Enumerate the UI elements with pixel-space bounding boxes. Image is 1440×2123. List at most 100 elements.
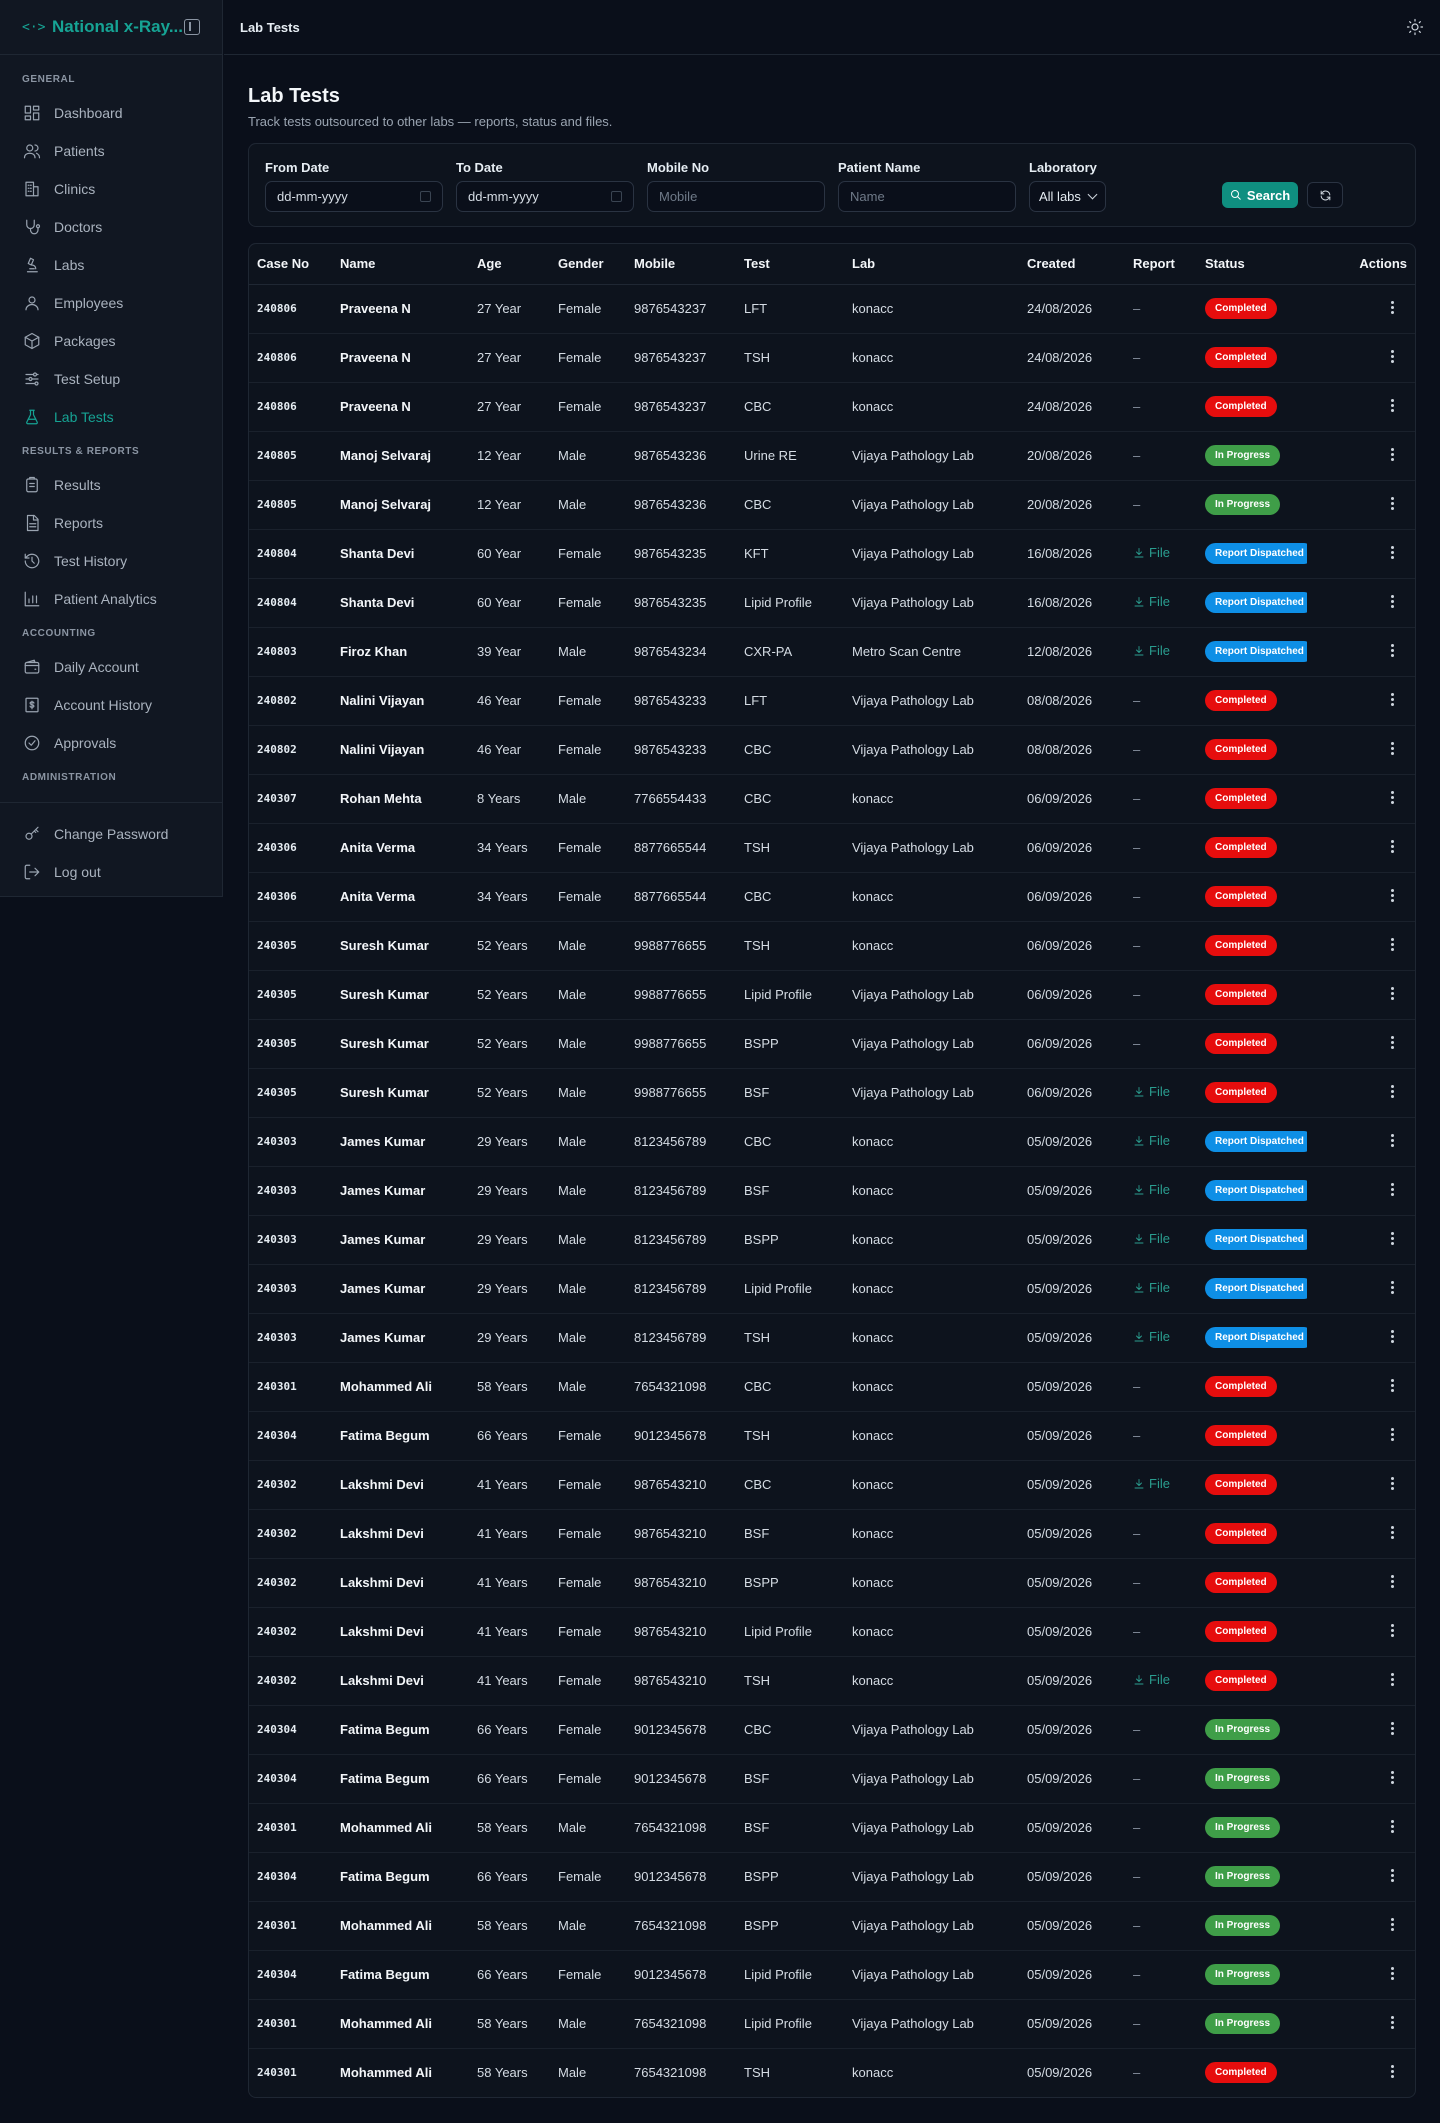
table-row[interactable]: 240302 Lakshmi Devi 41 Years Female 98765432… — [249, 1558, 1415, 1608]
more-actions-icon[interactable] — [1391, 1916, 1395, 1933]
sidebar-item-daily-account[interactable]: Daily Account — [0, 648, 222, 686]
sidebar-item-clinics[interactable]: Clinics — [0, 170, 222, 208]
more-actions-icon[interactable] — [1391, 1475, 1395, 1492]
table-row[interactable]: 240302 Lakshmi Devi 41 Years Female 98765432… — [249, 1607, 1415, 1657]
table-row[interactable]: 240805 Manoj Selvaraj 12 Year Male 987654323… — [249, 431, 1415, 481]
more-actions-icon[interactable] — [1391, 1720, 1395, 1737]
more-actions-icon[interactable] — [1391, 1769, 1395, 1786]
more-actions-icon[interactable] — [1391, 1671, 1395, 1688]
calendar-icon[interactable] — [420, 191, 431, 202]
sidebar-item-log-out[interactable]: Log out — [0, 853, 222, 891]
more-actions-icon[interactable] — [1391, 642, 1395, 659]
app-title[interactable]: National x-Ray... — [52, 17, 184, 37]
sidebar-item-doctors[interactable]: Doctors — [0, 208, 222, 246]
more-actions-icon[interactable] — [1391, 1279, 1395, 1296]
table-row[interactable]: 240304 Fatima Begum 66 Years Female 90123456… — [249, 1754, 1415, 1804]
table-row[interactable]: 240305 Suresh Kumar 52 Years Male 9988776655… — [249, 970, 1415, 1020]
file-download-link[interactable]: File — [1133, 1476, 1170, 1491]
sidebar-item-change-password[interactable]: Change Password — [0, 815, 222, 853]
table-row[interactable]: 240304 Fatima Begum 66 Years Female 90123456… — [249, 1950, 1415, 2000]
file-download-link[interactable]: File — [1133, 545, 1170, 560]
from-date-input[interactable]: dd-mm-yyyy — [265, 181, 443, 212]
table-row[interactable]: 240303 James Kumar 29 Years Male 8123456789 B… — [249, 1215, 1415, 1265]
sidebar-item-patient-analytics[interactable]: Patient Analytics — [0, 580, 222, 618]
table-row[interactable]: 240304 Fatima Begum 66 Years Female 90123456… — [249, 1705, 1415, 1755]
sidebar-item-account-history[interactable]: Account History — [0, 686, 222, 724]
refresh-button[interactable] — [1307, 182, 1343, 208]
more-actions-icon[interactable] — [1391, 1573, 1395, 1590]
sidebar-item-dashboard[interactable]: Dashboard — [0, 94, 222, 132]
more-actions-icon[interactable] — [1391, 348, 1395, 365]
file-download-link[interactable]: File — [1133, 1280, 1170, 1295]
more-actions-icon[interactable] — [1391, 740, 1395, 757]
table-row[interactable]: 240805 Manoj Selvaraj 12 Year Male 987654323… — [249, 480, 1415, 530]
table-row[interactable]: 240303 James Kumar 29 Years Male 8123456789 L… — [249, 1264, 1415, 1314]
more-actions-icon[interactable] — [1391, 1622, 1395, 1639]
more-actions-icon[interactable] — [1391, 446, 1395, 463]
sidebar-item-labs[interactable]: Labs — [0, 246, 222, 284]
more-actions-icon[interactable] — [1391, 299, 1395, 316]
theme-toggle-sun-icon[interactable] — [1406, 18, 1424, 36]
table-row[interactable]: 240307 Rohan Mehta 8 Years Male 7766554433 CB… — [249, 774, 1415, 824]
table-row[interactable]: 240806 Praveena N 27 Year Female 9876543237 L… — [249, 284, 1415, 334]
more-actions-icon[interactable] — [1391, 1524, 1395, 1541]
file-download-link[interactable]: File — [1133, 594, 1170, 609]
table-row[interactable]: 240302 Lakshmi Devi 41 Years Female 98765432… — [249, 1509, 1415, 1559]
sidebar-collapse-icon[interactable] — [184, 19, 200, 35]
file-download-link[interactable]: File — [1133, 1231, 1170, 1246]
table-row[interactable]: 240306 Anita Verma 34 Years Female 887766554… — [249, 823, 1415, 873]
more-actions-icon[interactable] — [1391, 936, 1395, 953]
more-actions-icon[interactable] — [1391, 985, 1395, 1002]
more-actions-icon[interactable] — [1391, 2014, 1395, 2031]
more-actions-icon[interactable] — [1391, 544, 1395, 561]
table-row[interactable]: 240804 Shanta Devi 60 Year Female 9876543235… — [249, 578, 1415, 628]
more-actions-icon[interactable] — [1391, 1818, 1395, 1835]
more-actions-icon[interactable] — [1391, 1377, 1395, 1394]
table-row[interactable]: 240802 Nalini Vijayan 46 Year Female 9876543… — [249, 725, 1415, 775]
sidebar-item-employees[interactable]: Employees — [0, 284, 222, 322]
table-row[interactable]: 240301 Mohammed Ali 58 Years Male 7654321098… — [249, 1362, 1415, 1412]
laboratory-select[interactable]: All labs — [1029, 181, 1106, 212]
more-actions-icon[interactable] — [1391, 1230, 1395, 1247]
search-button[interactable]: Search — [1222, 182, 1298, 208]
more-actions-icon[interactable] — [1391, 1867, 1395, 1884]
file-download-link[interactable]: File — [1133, 1133, 1170, 1148]
table-row[interactable]: 240305 Suresh Kumar 52 Years Male 9988776655… — [249, 1068, 1415, 1118]
file-download-link[interactable]: File — [1133, 1329, 1170, 1344]
file-download-link[interactable]: File — [1133, 1182, 1170, 1197]
table-row[interactable]: 240304 Fatima Begum 66 Years Female 90123456… — [249, 1411, 1415, 1461]
file-download-link[interactable]: File — [1133, 1084, 1170, 1099]
table-row[interactable]: 240301 Mohammed Ali 58 Years Male 7654321098… — [249, 1999, 1415, 2049]
more-actions-icon[interactable] — [1391, 397, 1395, 414]
file-download-link[interactable]: File — [1133, 1672, 1170, 1687]
sidebar-item-test-history[interactable]: Test History — [0, 542, 222, 580]
more-actions-icon[interactable] — [1391, 1083, 1395, 1100]
more-actions-icon[interactable] — [1391, 887, 1395, 904]
table-row[interactable]: 240303 James Kumar 29 Years Male 8123456789 B… — [249, 1166, 1415, 1216]
more-actions-icon[interactable] — [1391, 789, 1395, 806]
sidebar-item-results[interactable]: Results — [0, 466, 222, 504]
more-actions-icon[interactable] — [1391, 1965, 1395, 1982]
patient-name-input[interactable]: Name — [838, 181, 1016, 212]
more-actions-icon[interactable] — [1391, 593, 1395, 610]
table-row[interactable]: 240302 Lakshmi Devi 41 Years Female 98765432… — [249, 1460, 1415, 1510]
sidebar-item-test-setup[interactable]: Test Setup — [0, 360, 222, 398]
table-row[interactable]: 240804 Shanta Devi 60 Year Female 9876543235… — [249, 529, 1415, 579]
more-actions-icon[interactable] — [1391, 1181, 1395, 1198]
table-row[interactable]: 240303 James Kumar 29 Years Male 8123456789 C… — [249, 1117, 1415, 1167]
more-actions-icon[interactable] — [1391, 1426, 1395, 1443]
more-actions-icon[interactable] — [1391, 495, 1395, 512]
sidebar-item-lab-tests[interactable]: Lab Tests — [0, 398, 222, 436]
table-row[interactable]: 240802 Nalini Vijayan 46 Year Female 9876543… — [249, 676, 1415, 726]
more-actions-icon[interactable] — [1391, 1328, 1395, 1345]
table-row[interactable]: 240803 Firoz Khan 39 Year Male 9876543234 CXR… — [249, 627, 1415, 677]
table-row[interactable]: 240301 Mohammed Ali 58 Years Male 7654321098… — [249, 2048, 1415, 2097]
file-download-link[interactable]: File — [1133, 643, 1170, 658]
sidebar-item-approvals[interactable]: Approvals — [0, 724, 222, 762]
mobile-input[interactable]: Mobile — [647, 181, 825, 212]
sidebar-item-patients[interactable]: Patients — [0, 132, 222, 170]
table-row[interactable]: 240304 Fatima Begum 66 Years Female 90123456… — [249, 1852, 1415, 1902]
table-row[interactable]: 240306 Anita Verma 34 Years Female 887766554… — [249, 872, 1415, 922]
sidebar-item-packages[interactable]: Packages — [0, 322, 222, 360]
table-row[interactable]: 240301 Mohammed Ali 58 Years Male 7654321098… — [249, 1901, 1415, 1951]
